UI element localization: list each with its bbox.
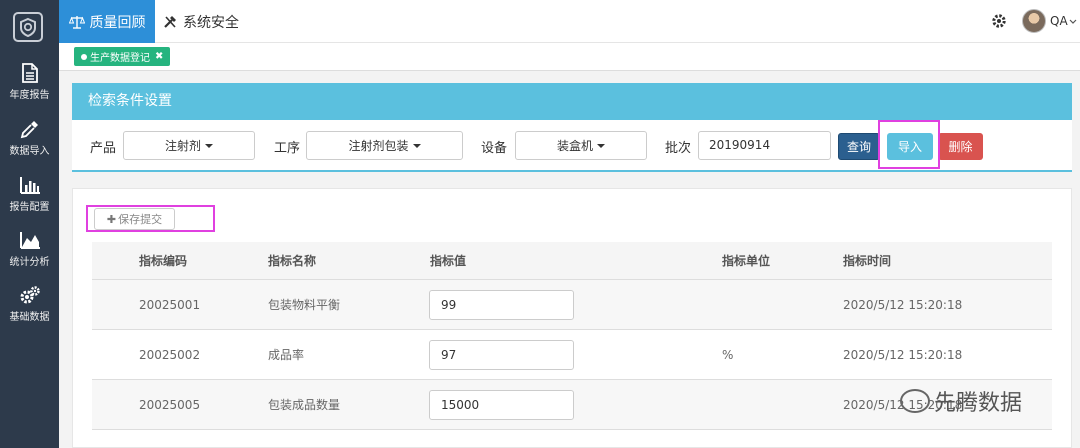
top-navigation: 质量回顾 系统安全 QA [59, 0, 1080, 43]
document-icon [21, 63, 38, 83]
row-unit: % [722, 348, 734, 362]
table-row: 20025001 包装物料平衡 99 2020/5/12 15:20:18 [92, 280, 1052, 330]
product-label: 产品 [90, 141, 117, 156]
open-tab-label: 生产数据登记 [90, 53, 150, 64]
tab-system-security[interactable]: 系统安全 [163, 0, 239, 43]
header-name: 指标名称 [268, 254, 317, 268]
table-row: 20025002 成品率 97 % 2020/5/12 15:20:18 [92, 330, 1052, 380]
sidebar-item-report-config[interactable]: 报告配置 [0, 175, 59, 229]
avatar[interactable] [1022, 9, 1046, 33]
row-time: 2020/5/12 15:20:18 [843, 348, 963, 362]
watermark: 先腾数据 [900, 385, 1022, 417]
indicator-value-input[interactable]: 99 [429, 290, 574, 320]
batch-label: 批次 [665, 141, 692, 156]
search-panel-title: 检索条件设置 [72, 83, 1072, 120]
sidebar-item-data-import[interactable]: 数据导入 [0, 119, 59, 173]
sidebar-item-label: 基础数据 [9, 312, 50, 323]
import-highlight-frame [878, 120, 940, 169]
row-code: 20025001 [139, 298, 201, 312]
app-logo[interactable] [13, 12, 43, 42]
gears-icon [20, 286, 40, 304]
open-tabs-bar: 生产数据登记 ✖ [59, 43, 1080, 71]
caret-down-icon [412, 143, 421, 148]
chevron-down-icon [1069, 19, 1077, 24]
row-time: 2020/5/12 15:20:18 [843, 298, 963, 312]
process-value: 注射剂包装 [348, 139, 409, 153]
row-name: 包装成品数量 [268, 398, 341, 412]
product-select[interactable]: 注射剂 [123, 131, 255, 160]
user-menu[interactable]: QA [1050, 14, 1077, 28]
sidebar-item-label: 统计分析 [9, 257, 50, 268]
user-name: QA [1050, 14, 1068, 28]
wechat-icon [900, 389, 930, 413]
sidebar-item-statistics[interactable]: 统计分析 [0, 230, 59, 284]
shield-logo-icon [20, 17, 36, 37]
process-label: 工序 [274, 141, 301, 156]
search-panel: 产品 注射剂 工序 注射剂包装 设备 装盒机 批次 20190914 查询 导入… [72, 120, 1072, 172]
indicator-value-input[interactable]: 15000 [429, 390, 574, 420]
query-button[interactable]: 查询 [838, 133, 880, 160]
gear-icon[interactable] [991, 13, 1007, 29]
sidebar: 年度报告 数据导入 报告配置 统计分析 基础数据 [0, 0, 59, 448]
pipette-icon [20, 121, 38, 139]
row-code: 20025002 [139, 348, 201, 362]
bar-chart-icon [19, 177, 40, 194]
header-value: 指标值 [430, 254, 467, 268]
table-header-row: 指标编码 指标名称 指标值 指标单位 指标时间 [92, 242, 1052, 280]
tab-quality-review[interactable]: 质量回顾 [59, 0, 155, 43]
caret-down-icon [597, 143, 605, 148]
watermark-text: 先腾数据 [934, 391, 1023, 416]
tab-label: 系统安全 [183, 14, 239, 31]
process-select[interactable]: 注射剂包装 [306, 131, 463, 160]
tab-label: 质量回顾 [89, 14, 146, 31]
sidebar-item-label: 数据导入 [9, 146, 50, 157]
batch-input[interactable]: 20190914 [698, 131, 831, 160]
indicator-value-input[interactable]: 97 [429, 340, 574, 370]
caret-down-icon [205, 143, 213, 148]
sidebar-item-label: 年度报告 [9, 90, 50, 101]
row-code: 20025005 [139, 398, 201, 412]
active-dot-icon [81, 53, 87, 60]
row-name: 成品率 [268, 348, 305, 362]
equipment-value: 装盒机 [556, 139, 593, 153]
equipment-select[interactable]: 装盒机 [515, 131, 647, 160]
tools-icon [164, 15, 176, 28]
save-highlight-frame [86, 205, 215, 232]
sidebar-item-label: 报告配置 [9, 202, 50, 213]
delete-button[interactable]: 删除 [938, 133, 983, 160]
header-code: 指标编码 [139, 254, 188, 268]
area-chart-icon [19, 232, 40, 249]
product-value: 注射剂 [164, 139, 201, 153]
open-tab-production-data[interactable]: 生产数据登记 ✖ [74, 47, 171, 66]
scale-icon [68, 15, 85, 29]
header-unit: 指标单位 [722, 254, 771, 268]
header-time: 指标时间 [843, 254, 892, 268]
close-icon[interactable]: ✖ [155, 51, 163, 62]
row-name: 包装物料平衡 [268, 298, 341, 312]
sidebar-item-annual-report[interactable]: 年度报告 [0, 63, 59, 117]
equipment-label: 设备 [481, 141, 508, 156]
sidebar-item-base-data[interactable]: 基础数据 [0, 285, 59, 339]
